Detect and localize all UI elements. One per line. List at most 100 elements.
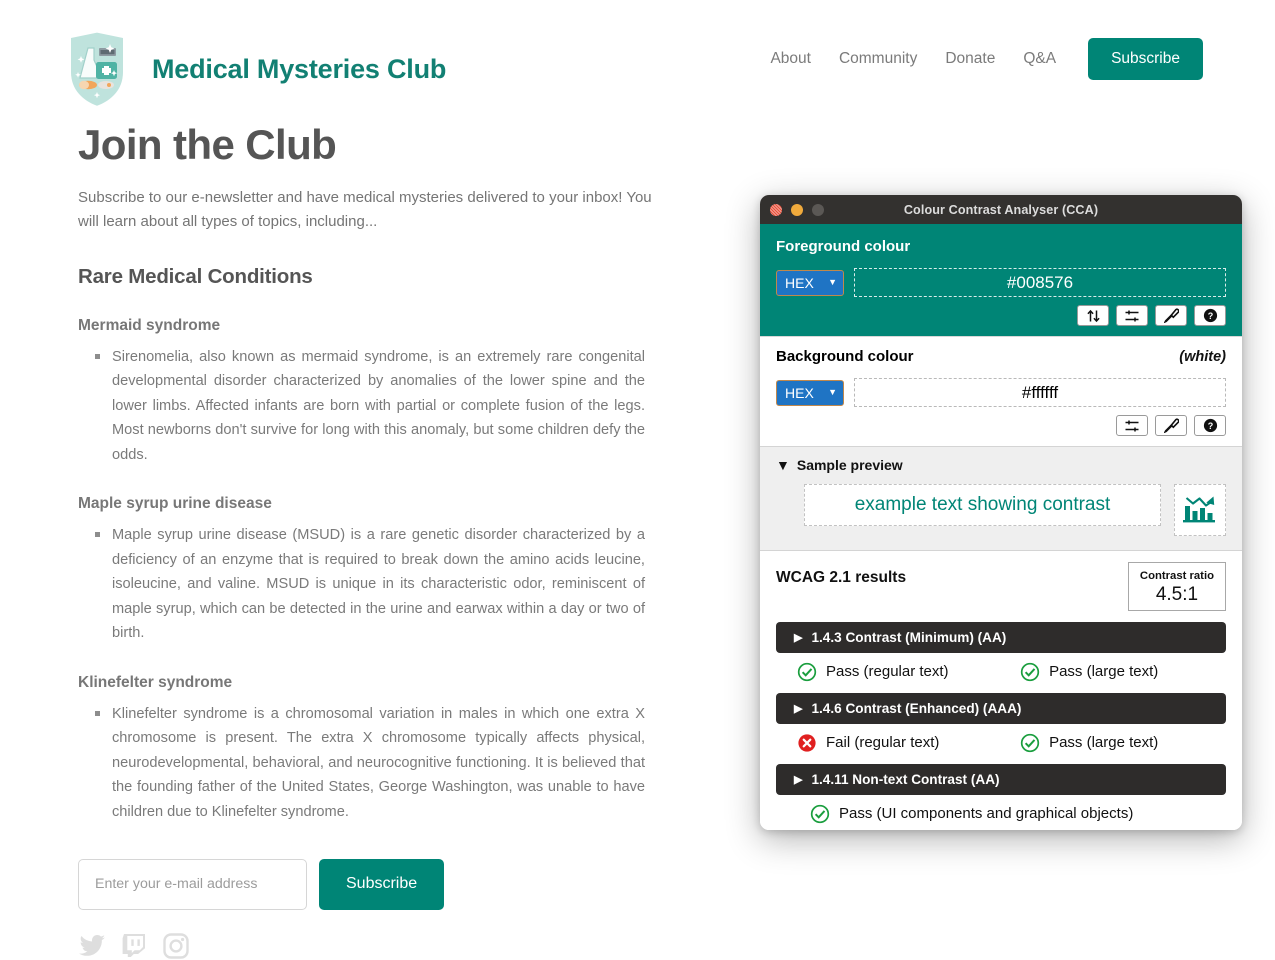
pass-icon bbox=[1020, 662, 1040, 681]
svg-text:?: ? bbox=[1207, 421, 1213, 431]
zoom-window-button[interactable] bbox=[812, 203, 824, 216]
sliders-icon[interactable] bbox=[1116, 415, 1148, 436]
sample-preview-row: example text showing contrast bbox=[776, 484, 1226, 536]
eyedropper-icon[interactable] bbox=[1155, 415, 1187, 436]
brand[interactable]: Medical Mysteries Club bbox=[62, 26, 446, 112]
result-label: Fail (regular text) bbox=[826, 734, 940, 752]
medical-shield-badge-icon bbox=[62, 26, 132, 112]
pass-icon bbox=[797, 662, 817, 681]
header-subscribe-button[interactable]: Subscribe bbox=[1088, 38, 1203, 80]
criterion-1-4-11-header[interactable]: ▶ 1.4.11 Non-text Contrast (AA) bbox=[776, 763, 1226, 795]
newsletter-form: Subscribe bbox=[0, 825, 760, 910]
sample-preview-heading: Sample preview bbox=[796, 457, 903, 473]
sample-preview-disclosure[interactable]: ▼ Sample preview bbox=[776, 457, 1226, 473]
sample-preview-panel: ▼ Sample preview example text showing co… bbox=[760, 446, 1242, 551]
result-label: Pass (large text) bbox=[1049, 663, 1159, 681]
foreground-toolbar: ? bbox=[776, 305, 1226, 326]
fail-icon bbox=[798, 734, 816, 752]
background-format-value: HEX bbox=[785, 384, 814, 401]
swap-colours-icon[interactable] bbox=[1077, 305, 1109, 326]
result-pass-large-text: Pass (large text) bbox=[1020, 662, 1158, 682]
criterion-1-4-3-results: Pass (regular text) Pass (large text) bbox=[776, 662, 1226, 682]
form-subscribe-button[interactable]: Subscribe bbox=[319, 858, 445, 910]
list-item: Maple syrup urine disease (MSUD) is a ra… bbox=[95, 523, 645, 646]
foreground-colour-input[interactable]: #008576 bbox=[854, 268, 1226, 297]
site-header: Medical Mysteries Club About Community D… bbox=[0, 0, 1275, 122]
condition-heading-mermaid-syndrome: Mermaid syndrome bbox=[78, 316, 221, 334]
svg-text:?: ? bbox=[1207, 311, 1213, 321]
eyedropper-icon[interactable] bbox=[1155, 305, 1187, 326]
help-icon[interactable]: ? bbox=[1194, 305, 1226, 326]
background-colour-input[interactable]: #ffffff bbox=[854, 378, 1226, 407]
triangle-down-icon: ▼ bbox=[776, 457, 790, 473]
sample-graphic bbox=[1174, 484, 1226, 536]
condition-list-klinefelter-syndrome: Klinefelter syndrome is a chromosomal va… bbox=[0, 692, 645, 825]
criterion-1-4-3-header[interactable]: ▶ 1.4.3 Contrast (Minimum) (AA) bbox=[776, 621, 1226, 653]
colour-contrast-analyser-window: Colour Contrast Analyser (CCA) Foregroun… bbox=[760, 195, 1242, 830]
result-label: Pass (UI components and graphical object… bbox=[839, 805, 1134, 823]
condition-list-mermaid-syndrome: Sirenomelia, also known as mermaid syndr… bbox=[0, 335, 645, 468]
close-window-button[interactable] bbox=[770, 203, 782, 216]
foreground-colour-panel: Foreground colour HEX ▼ #008576 ? bbox=[760, 224, 1242, 336]
foreground-format-value: HEX bbox=[785, 274, 814, 291]
background-colour-note: (white) bbox=[1179, 349, 1226, 365]
wcag-results-title: WCAG 2.1 results bbox=[776, 569, 907, 586]
result-pass-regular-text: Pass (regular text) bbox=[797, 662, 1020, 682]
twitch-icon[interactable] bbox=[120, 932, 148, 960]
section-heading: Rare Medical Conditions bbox=[78, 264, 313, 288]
pass-icon bbox=[1020, 733, 1040, 752]
criterion-1-4-11-results: Pass (UI components and graphical object… bbox=[776, 804, 1226, 824]
main-nav: About Community Donate Q&A Subscribe bbox=[756, 38, 1203, 80]
criterion-1-4-3-label: 1.4.3 Contrast (Minimum) (AA) bbox=[811, 629, 1007, 645]
bar-chart-declining-icon bbox=[1183, 492, 1217, 529]
contrast-ratio-value: 4.5:1 bbox=[1155, 584, 1199, 605]
cca-titlebar[interactable]: Colour Contrast Analyser (CCA) bbox=[760, 195, 1242, 224]
instagram-icon[interactable] bbox=[162, 932, 190, 960]
condition-heading-klinefelter-syndrome: Klinefelter syndrome bbox=[78, 673, 233, 691]
list-item: Sirenomelia, also known as mermaid syndr… bbox=[95, 345, 645, 468]
result-label: Pass (large text) bbox=[1049, 734, 1159, 752]
background-colour-panel: Background colour (white) HEX ▼ #ffffff … bbox=[760, 336, 1242, 446]
nav-link-about[interactable]: About bbox=[756, 50, 825, 68]
list-item: Klinefelter syndrome is a chromosomal va… bbox=[95, 702, 645, 825]
contrast-ratio-box: Contrast ratio 4.5:1 bbox=[1127, 562, 1226, 611]
window-controls bbox=[770, 195, 824, 224]
pass-icon bbox=[810, 804, 830, 823]
sample-text: example text showing contrast bbox=[804, 484, 1161, 526]
twitter-icon[interactable] bbox=[78, 932, 106, 960]
nav-link-donate[interactable]: Donate bbox=[931, 50, 1009, 68]
email-input[interactable] bbox=[78, 858, 307, 910]
foreground-label: Foreground colour bbox=[776, 238, 911, 255]
criterion-1-4-6-results: Fail (regular text) Pass (large text) bbox=[776, 733, 1226, 753]
result-pass-ui-components: Pass (UI components and graphical object… bbox=[797, 804, 1226, 824]
page-title: Join the Club bbox=[78, 121, 337, 168]
result-label: Pass (regular text) bbox=[826, 663, 949, 681]
foreground-colour-row: HEX ▼ #008576 bbox=[776, 268, 1226, 297]
main-content: Join the Club Subscribe to our e-newslet… bbox=[0, 121, 760, 960]
condition-heading-maple-syrup-urine-disease: Maple syrup urine disease bbox=[78, 495, 272, 513]
foreground-format-select[interactable]: HEX ▼ bbox=[776, 269, 844, 296]
triangle-right-icon: ▶ bbox=[794, 773, 803, 786]
result-pass-large-text: Pass (large text) bbox=[1020, 733, 1158, 753]
nav-link-qa[interactable]: Q&A bbox=[1009, 50, 1070, 68]
nav-link-community[interactable]: Community bbox=[825, 50, 931, 68]
criterion-1-4-6-label: 1.4.6 Contrast (Enhanced) (AAA) bbox=[811, 700, 1022, 716]
criterion-1-4-11-label: 1.4.11 Non-text Contrast (AA) bbox=[811, 771, 1000, 787]
wcag-results-panel: WCAG 2.1 results Contrast ratio 4.5:1 ▶ … bbox=[760, 551, 1242, 830]
chevron-down-icon: ▼ bbox=[828, 277, 837, 287]
criterion-1-4-6-header[interactable]: ▶ 1.4.6 Contrast (Enhanced) (AAA) bbox=[776, 692, 1226, 724]
sliders-icon[interactable] bbox=[1116, 305, 1148, 326]
background-toolbar: ? bbox=[776, 415, 1226, 436]
social-links bbox=[0, 910, 760, 960]
triangle-right-icon: ▶ bbox=[794, 631, 803, 644]
help-icon[interactable]: ? bbox=[1194, 415, 1226, 436]
background-format-select[interactable]: HEX ▼ bbox=[776, 379, 844, 406]
background-label: Background colour bbox=[776, 348, 914, 365]
intro-paragraph: Subscribe to our e-newsletter and have m… bbox=[78, 189, 652, 231]
triangle-right-icon: ▶ bbox=[794, 702, 803, 715]
minimize-window-button[interactable] bbox=[791, 203, 803, 216]
result-fail-regular-text: Fail (regular text) bbox=[797, 733, 1020, 753]
condition-list-maple-syrup-urine-disease: Maple syrup urine disease (MSUD) is a ra… bbox=[0, 513, 645, 646]
cca-window-title: Colour Contrast Analyser (CCA) bbox=[903, 202, 1099, 217]
brand-title: Medical Mysteries Club bbox=[152, 53, 447, 84]
